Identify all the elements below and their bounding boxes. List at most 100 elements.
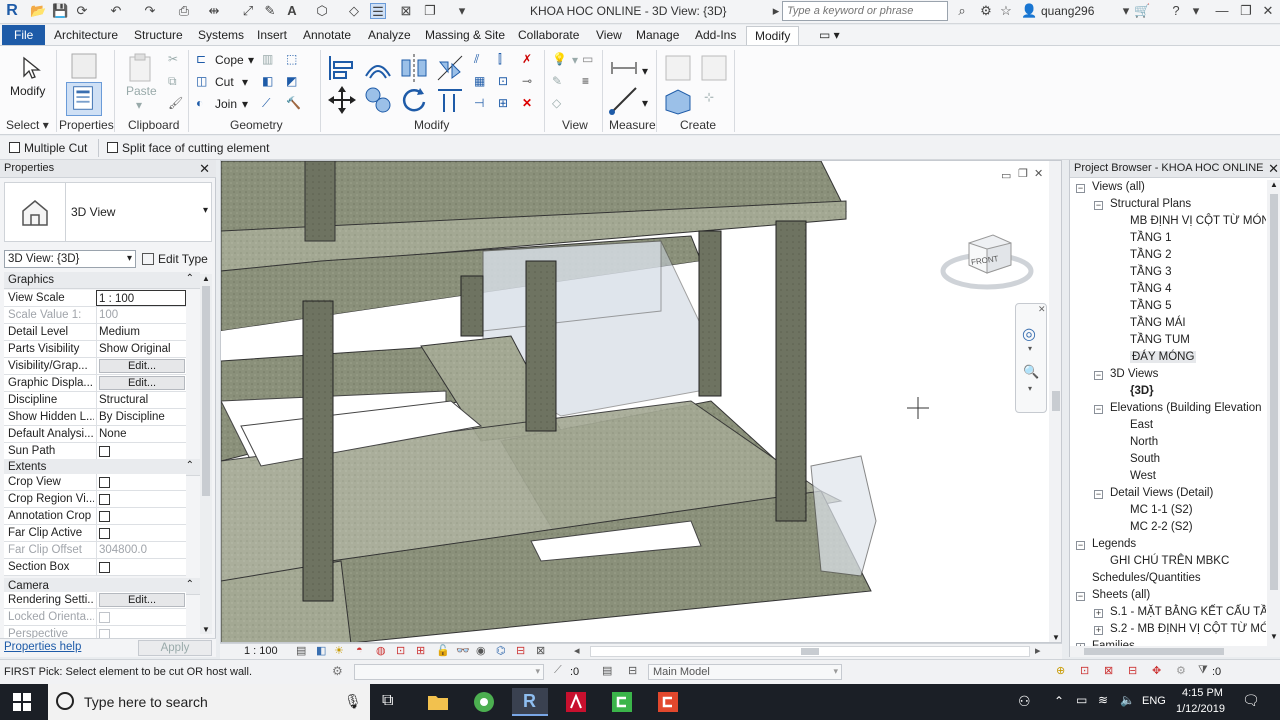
paste-dropdown-icon[interactable]: ▾ <box>136 98 142 112</box>
browser-item[interactable]: TẦNG 3 <box>1130 266 1172 278</box>
revit-app[interactable]: R <box>512 688 548 716</box>
people-icon[interactable]: ⚇ <box>1018 693 1031 710</box>
view-scale-icon[interactable]: ▭ <box>582 52 598 68</box>
hscroll-thumb[interactable] <box>801 648 819 655</box>
zoom-icon[interactable]: 🔍 <box>1023 364 1039 380</box>
edit-button[interactable]: Edit... <box>99 593 185 607</box>
steering-wheel-icon[interactable]: ◎ <box>1022 324 1036 344</box>
multiple-cut-checkbox[interactable] <box>9 142 20 153</box>
browser-scroll-down-icon[interactable]: ▼ <box>1270 632 1278 641</box>
ribbon-toggle-icon[interactable]: ▭ ▾ <box>815 27 844 43</box>
select-by-face-icon[interactable]: ⊟ <box>1128 664 1137 677</box>
browser-item[interactable]: East <box>1130 419 1153 431</box>
close-hidden-icon[interactable]: ⊠ <box>398 3 414 19</box>
browser-item[interactable]: MC 1-1 (S2) <box>1130 504 1193 516</box>
browser-vscroll[interactable]: ▲ ▼ <box>1267 180 1280 646</box>
tab-modify[interactable]: Modify <box>746 26 800 45</box>
camtasia-app[interactable] <box>604 688 640 716</box>
revit-logo-icon[interactable]: R <box>4 3 20 19</box>
wifi-icon[interactable]: ≋ <box>1098 693 1108 707</box>
reveal-hidden-icon[interactable]: ◉ <box>476 644 486 657</box>
analytical-icon[interactable]: ⊟ <box>516 644 525 657</box>
tab-architecture[interactable]: Architecture <box>50 27 122 43</box>
redo-icon[interactable]: ↷ <box>142 3 158 19</box>
property-checkbox[interactable] <box>96 609 186 625</box>
offset-multiple-icon[interactable]: ⊞ <box>498 96 514 112</box>
volume-icon[interactable]: 🔈 <box>1120 693 1135 707</box>
browser-hscroll[interactable] <box>1070 646 1280 657</box>
chrome-app[interactable] <box>466 688 502 716</box>
switch-windows-icon[interactable]: ❐ <box>422 3 438 19</box>
task-view-icon[interactable]: ⧉ <box>382 692 393 710</box>
autocad-app[interactable] <box>558 688 594 716</box>
browser-item[interactable]: Views (all) <box>1092 181 1145 193</box>
editing-requests-icon[interactable]: ⟋ <box>554 664 562 677</box>
view-minimize-icon[interactable]: ▭ <box>1001 169 1011 182</box>
microphone-icon[interactable]: 🎙 <box>344 693 362 710</box>
browser-item[interactable]: ĐÁY MÓNG <box>1130 351 1197 363</box>
browser-item[interactable]: GHI CHÚ TRÊN MBKC <box>1110 555 1229 567</box>
tree-toggle-icon[interactable]: + <box>1094 609 1103 618</box>
hide-dropdown-icon[interactable]: ▾ <box>572 53 578 67</box>
properties-toggle[interactable] <box>66 82 102 116</box>
pin-icon[interactable]: ⊸ <box>522 74 538 90</box>
measure-dropdown-icon[interactable]: ▾ <box>642 64 648 78</box>
workset-selector[interactable]: ▾ <box>354 664 544 680</box>
unlock-view-icon[interactable]: 🔓 <box>436 644 450 657</box>
match-properties-icon[interactable]: 🖌 <box>168 96 184 112</box>
browser-close-icon[interactable]: ✕ <box>1268 161 1279 177</box>
viewport-scroll-down-icon[interactable]: ▼ <box>1052 633 1060 642</box>
tree-toggle-icon[interactable]: − <box>1094 405 1103 414</box>
split-element-icon[interactable]: ⫽ <box>474 52 490 68</box>
tab-collaborate[interactable]: Collaborate <box>514 27 583 43</box>
hammer-icon[interactable]: 🔨 <box>286 96 302 112</box>
tree-toggle-icon[interactable]: − <box>1094 201 1103 210</box>
select-pinned-icon[interactable]: ⊠ <box>1104 664 1113 677</box>
highlight-icon[interactable]: ⊠ <box>536 644 545 657</box>
browser-item[interactable]: TẦNG 5 <box>1130 300 1172 312</box>
type-properties-icon[interactable] <box>68 50 100 82</box>
panel-select[interactable]: Select ▾ <box>6 118 49 132</box>
browser-item[interactable]: 3D Views <box>1110 368 1158 380</box>
browser-item[interactable]: {3D} <box>1130 385 1154 397</box>
browser-item[interactable]: South <box>1130 453 1160 465</box>
override-graphics-icon[interactable]: ✎ <box>552 74 568 90</box>
scale-icon[interactable]: ⊡ <box>498 74 514 90</box>
create-assembly-icon[interactable] <box>662 52 694 84</box>
browser-scroll-up-icon[interactable]: ▲ <box>1270 180 1278 189</box>
create-group-icon[interactable] <box>662 84 694 116</box>
rotate-icon[interactable] <box>398 84 430 116</box>
worksharing-icon[interactable]: ⌬ <box>496 644 506 657</box>
tree-toggle-icon[interactable]: − <box>1094 490 1103 499</box>
cope-dropdown-icon[interactable]: ▾ <box>248 53 254 67</box>
tab-manage[interactable]: Manage <box>632 27 683 43</box>
browser-scroll-thumb[interactable] <box>1270 194 1278 590</box>
browser-item[interactable]: TẦNG 4 <box>1130 283 1172 295</box>
paint-icon[interactable]: ◧ <box>262 74 278 90</box>
user-icon[interactable]: 👤 <box>1021 3 1037 19</box>
sun-path-icon[interactable]: ☀ <box>334 644 344 657</box>
cut-clipboard-icon[interactable]: ✂ <box>168 52 184 68</box>
visual-style-icon[interactable]: ◧ <box>316 644 326 657</box>
property-checkbox[interactable] <box>96 626 186 638</box>
copy-icon[interactable] <box>362 84 394 116</box>
viewcube[interactable]: FRONT <box>939 221 1035 301</box>
print-icon[interactable]: ⎙ <box>176 3 192 19</box>
viewport-scroll-thumb[interactable] <box>1052 391 1060 411</box>
user-dropdown-icon[interactable]: ▾ <box>1118 3 1134 19</box>
tab-annotate[interactable]: Annotate <box>299 27 355 43</box>
demolish-icon[interactable]: ◩ <box>286 74 302 90</box>
taskbar-search-box[interactable]: Type here to search 🎙 <box>48 684 370 720</box>
design-options-icon[interactable]: ▤ <box>602 664 612 677</box>
tab-add-ins[interactable]: Add-Ins <box>691 27 740 43</box>
store-icon[interactable]: 🛒 <box>1134 3 1150 19</box>
select-underlay-icon[interactable]: ⊡ <box>1080 664 1089 677</box>
close-icon[interactable]: ✕ <box>1260 3 1276 19</box>
thin-lines-icon[interactable]: ☰ <box>370 3 386 19</box>
browser-item[interactable]: S.1 - MẶT BẰNG KẾT CẤU TẦN <box>1110 606 1266 618</box>
exclude-options-icon[interactable]: ⊟ <box>628 664 637 677</box>
3d-view-icon[interactable]: ⬡ <box>314 3 330 19</box>
tab-analyze[interactable]: Analyze <box>364 27 415 43</box>
cut-geometry-icon[interactable]: ◫ <box>196 74 212 90</box>
modify-cursor-icon[interactable] <box>18 54 50 86</box>
